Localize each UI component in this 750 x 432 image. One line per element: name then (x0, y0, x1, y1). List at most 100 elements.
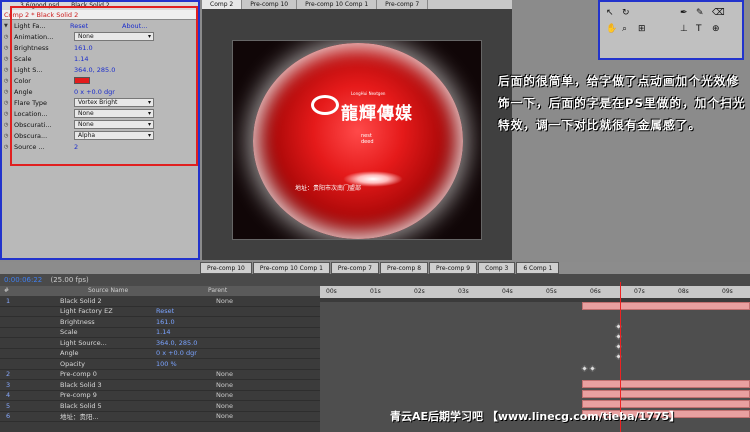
ruler-tick-label: 01s (370, 288, 381, 295)
anchor-tool-icon[interactable]: ⊥ (680, 24, 688, 34)
layer-name[interactable]: Scale (60, 328, 156, 336)
eraser-tool-icon[interactable]: ⌫ (712, 8, 725, 18)
timeline-panel: Pre-comp 10 Pre-comp 10 Comp 1 Pre-comp 7P… (0, 262, 750, 432)
timeline-tab[interactable]: Pre-comp 9 (429, 262, 478, 274)
parent-select[interactable]: None (216, 402, 276, 410)
stopwatch-icon[interactable]: ◷ (2, 67, 10, 73)
ruler-tick-label: 00s (326, 288, 337, 295)
layer-value[interactable]: 161.0 (156, 318, 216, 326)
ruler-tick-label: 04s (502, 288, 513, 295)
clone-tool-icon[interactable]: ⊕ (712, 24, 720, 34)
composition-viewer: Comp 2 Pre-comp 10 Pre-comp 10 Comp 1 Pr… (202, 0, 512, 260)
rotate-tool-icon[interactable]: ↻ (622, 8, 630, 18)
ruler-tick-label: 09s (722, 288, 733, 295)
logo-subtitle: LongHui Nextgen (351, 91, 386, 96)
ruler-tick-label: 02s (414, 288, 425, 295)
ruler-tick-label: 07s (634, 288, 645, 295)
grid-tool-icon[interactable]: ⊞ (638, 24, 646, 34)
highlight-box (10, 6, 198, 166)
layer-duration-bar[interactable] (582, 390, 750, 398)
timeline-tab[interactable]: Comp 3 (478, 262, 516, 274)
layer-name[interactable]: Pre-comp 0 (60, 370, 156, 378)
comp-tab-bar: Comp 2 Pre-comp 10 Pre-comp 10 Comp 1 Pr… (202, 0, 512, 9)
stopwatch-icon[interactable]: ◷ (2, 122, 10, 128)
comp-tab[interactable]: Comp 2 (202, 0, 243, 9)
current-time[interactable]: 0:00:06:22 (25.00 fps) (0, 274, 750, 286)
stopwatch-icon[interactable]: ◷ (2, 133, 10, 139)
layer-name[interactable]: Brightness (60, 318, 156, 326)
nest-text: nest deed (361, 133, 374, 145)
expand-triangle-icon[interactable]: ▼ (2, 23, 10, 29)
composition-canvas[interactable]: LongHui Nextgen 龍輝傳媒 nest deed 地址：贵阳市次南门… (232, 40, 482, 240)
comp-tab[interactable]: Pre-comp 7 (377, 0, 429, 9)
parent-select[interactable]: None (216, 391, 276, 399)
layer-name[interactable]: Black Solid 2 (60, 297, 156, 305)
timeline-tab[interactable]: 6 Comp 1 (516, 262, 560, 274)
layer-value[interactable]: 100 % (156, 360, 216, 368)
timecode[interactable]: 0:00:06:22 (4, 276, 42, 284)
source-name-header: Source Name (88, 287, 129, 294)
stopwatch-icon[interactable]: ◷ (2, 78, 10, 84)
layer-name[interactable]: Black Solid 5 (60, 402, 156, 410)
tools-panel: ↖ ↻ ✋ ⌕ ⊞ ✒ ✎ ⌫ ⊥ T ⊕ (598, 0, 744, 60)
ruler-tick-label: 05s (546, 288, 557, 295)
stopwatch-icon[interactable]: ◷ (2, 45, 10, 51)
pen-tool-icon[interactable]: ✒ (680, 8, 688, 18)
effect-controls-panel: 3 6/good.psd Black Solid 2 Comp 2 * Blac… (0, 0, 200, 260)
selection-tool-icon[interactable]: ↖ (606, 8, 614, 18)
keyframe[interactable] (580, 364, 589, 373)
layer-duration-bar[interactable] (582, 302, 750, 310)
layer-name[interactable]: Light Factory EZ (60, 307, 156, 315)
timeline-tab[interactable]: Pre-comp 8 (379, 262, 429, 274)
layer-value[interactable]: 364.0, 285.0 (156, 339, 216, 347)
stopwatch-icon[interactable]: ◷ (2, 34, 10, 40)
brush-tool-icon[interactable]: ✎ (696, 8, 704, 18)
ruler-tick-label: 03s (458, 288, 469, 295)
parent-select[interactable]: None (216, 297, 276, 305)
layer-name[interactable]: Light Source... (60, 339, 156, 347)
frame-rate: (25.00 fps) (50, 276, 89, 284)
parent-header: Parent (208, 287, 228, 294)
layer-number: 3 (6, 380, 11, 389)
layer-number: 6 (6, 412, 11, 421)
timeline-tab[interactable]: Pre-comp 10 Comp 1 (252, 262, 330, 274)
layer-number: 5 (6, 401, 11, 410)
timeline-tab[interactable]: Pre-comp 10 (200, 262, 252, 274)
zoom-tool-icon[interactable]: ⌕ (622, 24, 627, 34)
keyframe[interactable] (588, 364, 597, 373)
layer-name[interactable]: 地址：贵阳... (60, 411, 156, 421)
red-glow-disc (253, 43, 463, 239)
parent-select[interactable]: None (216, 412, 276, 420)
layer-duration-bar[interactable] (582, 400, 750, 408)
logo-mark-icon (311, 95, 339, 115)
layer-name[interactable]: Black Solid 3 (60, 381, 156, 389)
text-tool-icon[interactable]: T (696, 24, 702, 34)
ruler-tick-label: 06s (590, 288, 601, 295)
layer-number: 2 (6, 370, 11, 379)
stopwatch-icon[interactable]: ◷ (2, 56, 10, 62)
parent-select[interactable]: None (216, 381, 276, 389)
layer-number: 1 (6, 296, 11, 305)
stopwatch-icon[interactable]: ◷ (2, 100, 10, 106)
stopwatch-icon[interactable]: ◷ (2, 89, 10, 95)
layer-duration-bar[interactable] (582, 380, 750, 388)
timeline-tab-bar: Pre-comp 10 Pre-comp 10 Comp 1 Pre-comp 7P… (0, 262, 750, 274)
comp-tab[interactable]: Pre-comp 10 (242, 0, 298, 9)
layer-name[interactable]: Angle (60, 349, 156, 357)
layer-name[interactable]: Opacity (60, 360, 156, 368)
hand-tool-icon[interactable]: ✋ (606, 24, 617, 34)
layer-number: 4 (6, 391, 11, 400)
watermark-text: 青云AE后期学习吧 【www.linecg.com/tieba/1775】 (390, 410, 681, 423)
timeline-tab[interactable]: Pre-comp 7 (330, 262, 379, 274)
layer-name[interactable]: Pre-comp 9 (60, 391, 156, 399)
stopwatch-icon[interactable]: ◷ (2, 144, 10, 150)
comp-tab[interactable]: Pre-comp 10 Comp 1 (297, 0, 378, 9)
layer-value[interactable]: Reset (156, 307, 216, 315)
time-ruler[interactable]: 00s 01s 02s 03s 04s 05s 06s 07s 08s 09s (320, 286, 750, 298)
layer-value[interactable]: 1.14 (156, 328, 216, 336)
stopwatch-icon[interactable]: ◷ (2, 111, 10, 117)
logo-text: 龍輝傳媒 (341, 104, 413, 124)
layer-value[interactable]: 0 x +0.0 dgr (156, 349, 216, 357)
tutorial-caption: 后面的很简单，给字做了点动画加个光效修饰一下，后面的字是在PS里做的，加个扫光特… (498, 74, 746, 132)
parent-select[interactable]: None (216, 370, 276, 378)
